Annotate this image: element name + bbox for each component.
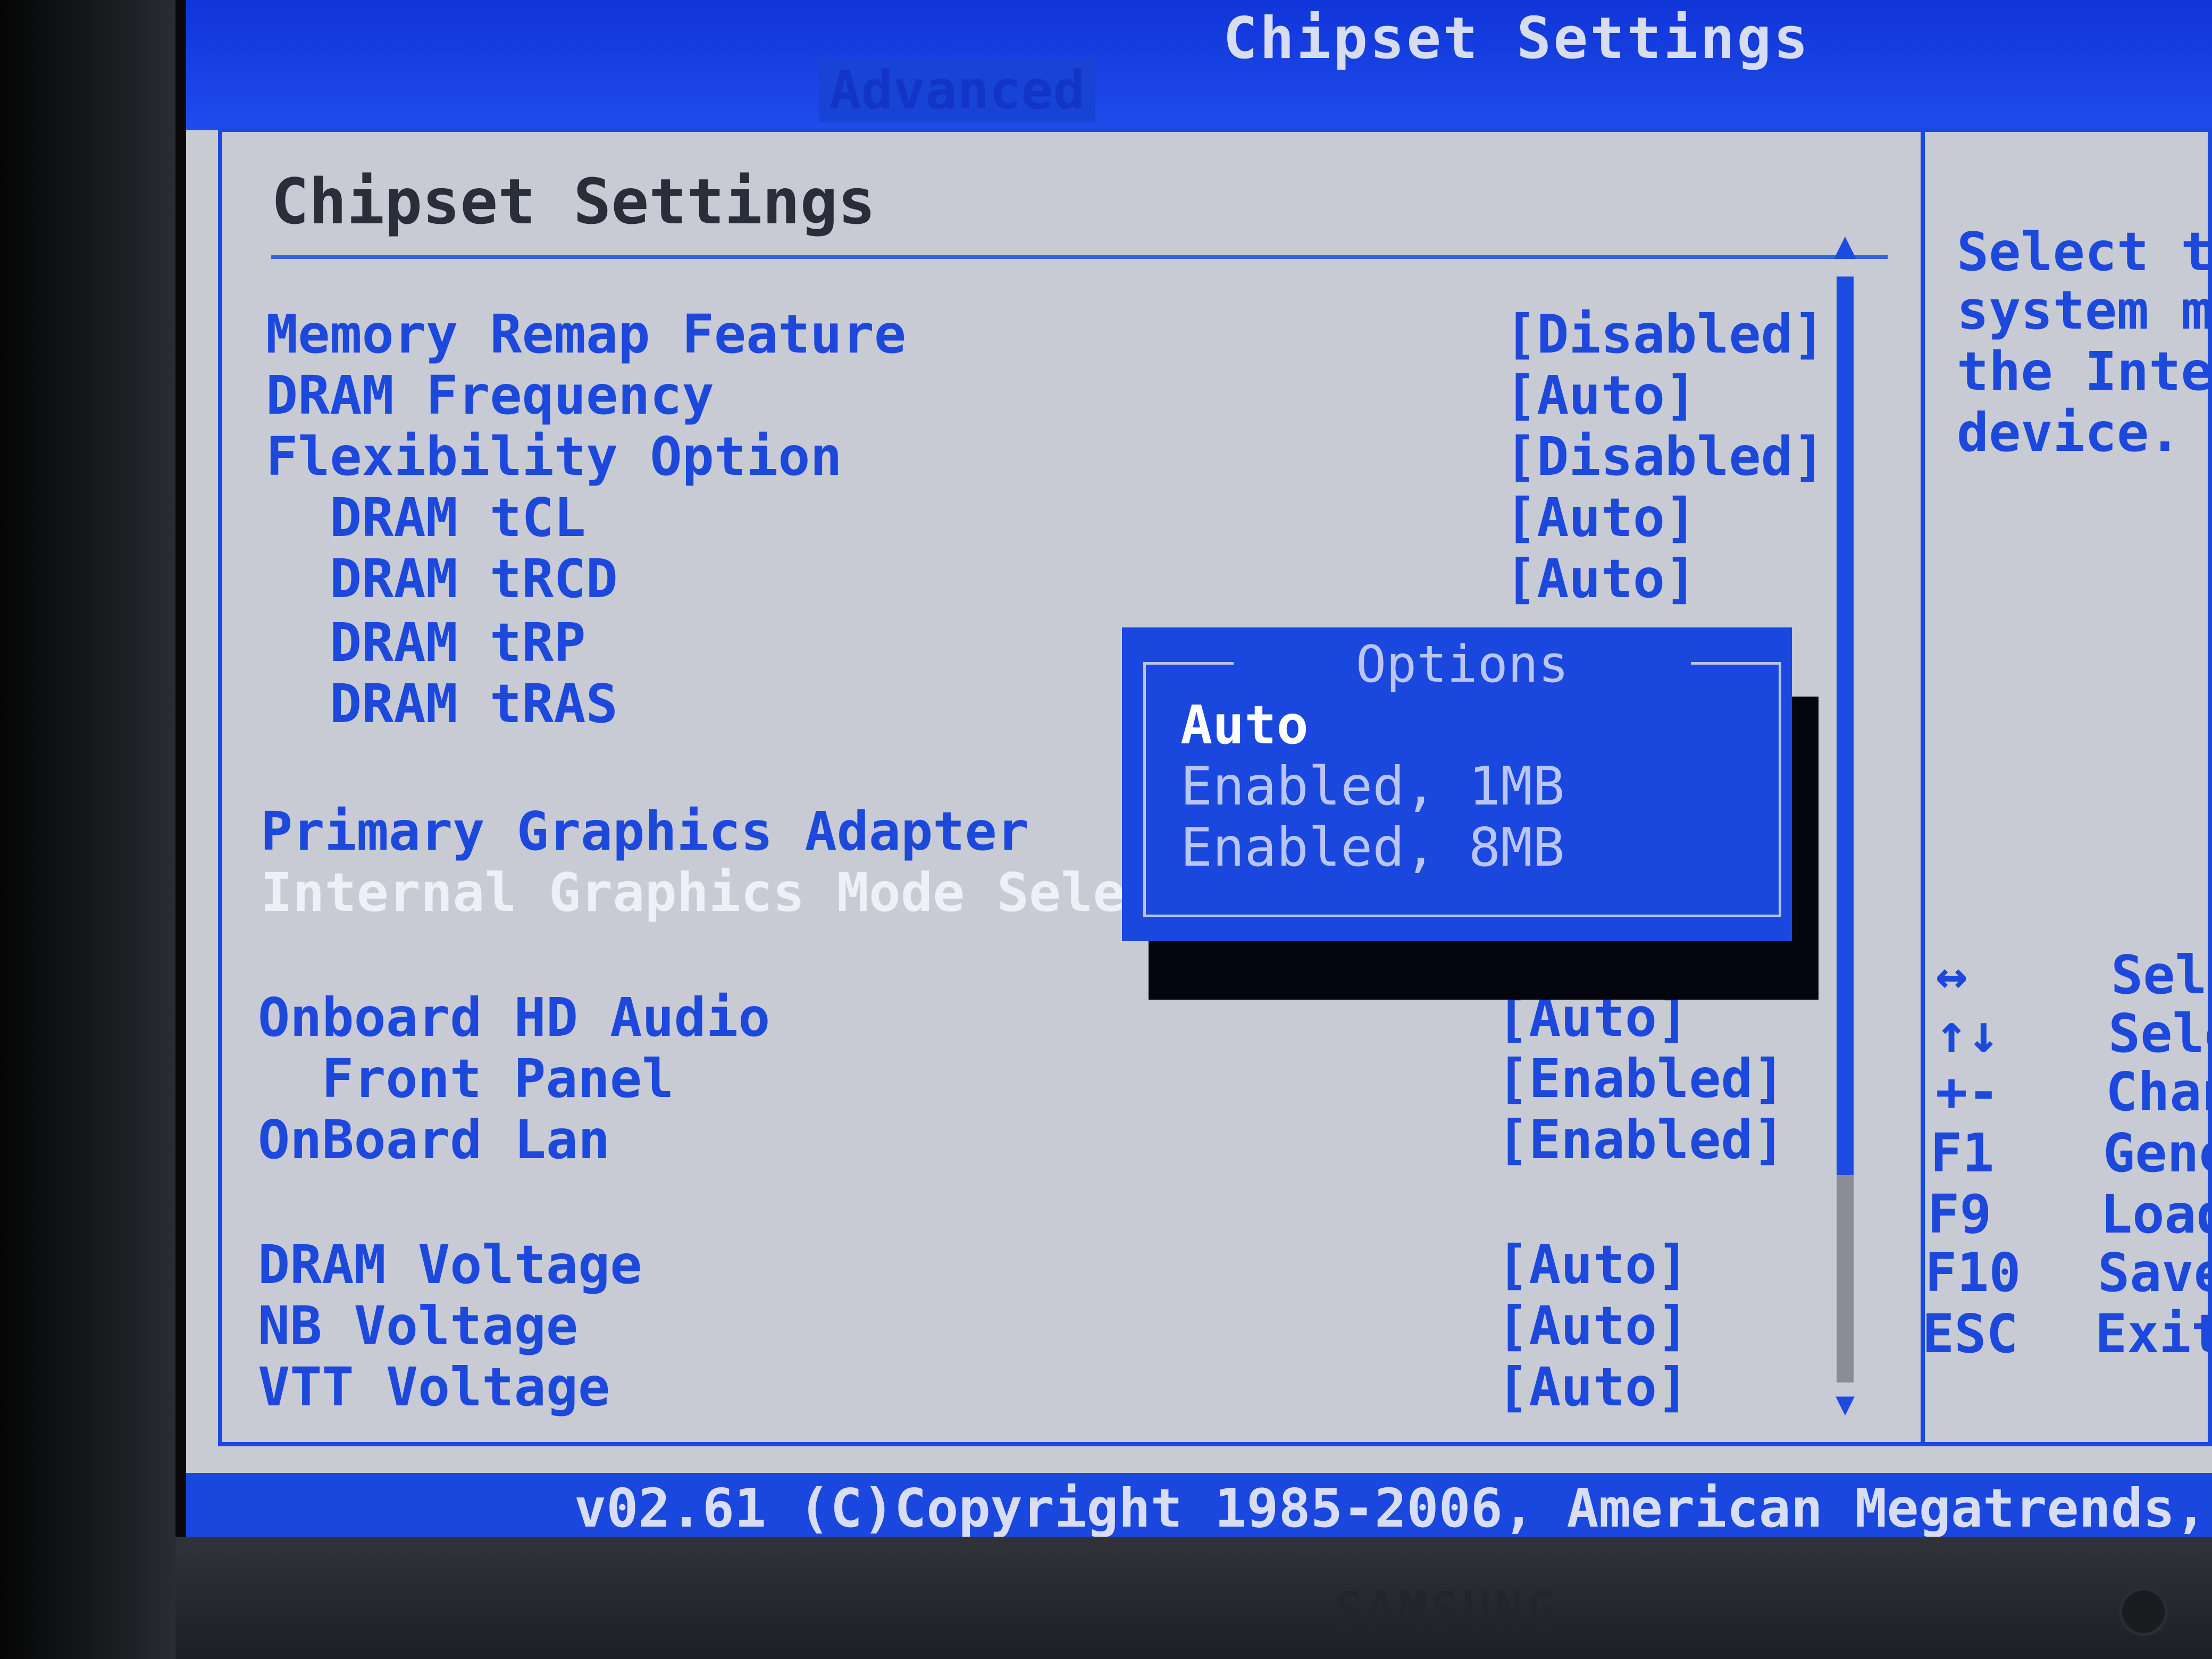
setting-value[interactable]: [Auto]: [1505, 487, 1697, 549]
bios-footer: v02.61 (C)Copyright 1985-2006, American …: [186, 1473, 2212, 1539]
setting-value[interactable]: [Disabled]: [1505, 425, 1825, 488]
setting-label: DRAM tCL: [330, 487, 586, 549]
options-popup-title: Options: [1355, 635, 1569, 694]
setting-label: DRAM Voltage: [258, 1234, 642, 1296]
setting-label: OnBoard Lan: [258, 1109, 610, 1171]
option-enabled-1mb[interactable]: Enabled, 1MB: [1180, 755, 1564, 817]
key-f9: F9: [1928, 1183, 1992, 1245]
setting-label: Front Panel: [322, 1048, 674, 1110]
key-f1: F1: [1930, 1122, 1995, 1184]
scroll-thumb[interactable]: [1837, 276, 1854, 1175]
setting-value[interactable]: [Enabled]: [1497, 1048, 1785, 1110]
key-up-down: ↑↓: [1936, 1002, 2000, 1065]
setting-label: Onboard HD Audio: [258, 986, 770, 1049]
monitor-brand-logo: SAMSUNG: [1334, 1582, 1559, 1638]
key-desc: Save: [2098, 1242, 2212, 1304]
setting-value[interactable]: [Auto]: [1505, 364, 1697, 426]
help-line: system me: [1957, 279, 2212, 341]
key-desc: Sele: [2111, 944, 2212, 1006]
setting-label: DRAM Frequency: [266, 364, 714, 426]
tab-advanced[interactable]: Advanced: [819, 58, 1095, 122]
setting-value[interactable]: [Auto]: [1497, 1234, 1689, 1296]
setting-value[interactable]: [Enabled]: [1497, 1109, 1785, 1171]
help-line: the Inter: [1957, 340, 2212, 403]
copyright-text: v02.61 (C)Copyright 1985-2006, American …: [574, 1477, 2212, 1539]
setting-value[interactable]: [Auto]: [1497, 1295, 1689, 1357]
help-line: device.: [1957, 401, 2181, 464]
option-enabled-8mb[interactable]: Enabled, 8MB: [1180, 816, 1564, 878]
header-title: Chipset Settings: [1223, 5, 1811, 72]
setting-label: NB Voltage: [258, 1295, 579, 1357]
monitor-bezel-left: [0, 0, 175, 1659]
bios-header-bar: Chipset Settings Advanced: [186, 0, 2212, 130]
setting-label: DRAM tRCD: [330, 548, 618, 610]
setting-label: Flexibility Option: [266, 425, 842, 488]
key-desc: Sele: [2108, 1002, 2212, 1065]
setting-value[interactable]: [Disabled]: [1505, 303, 1825, 365]
scroll-down-arrow-icon[interactable]: ▼: [1829, 1388, 1861, 1420]
title-divider: [271, 255, 1888, 259]
setting-label: DRAM tRAS: [330, 673, 618, 735]
setting-label: Primary Graphics Adapter: [261, 800, 1029, 862]
key-plus-minus: +-: [1936, 1061, 2000, 1123]
key-desc: Chan: [2106, 1061, 2212, 1123]
panel-title: Chipset Settings: [271, 165, 876, 238]
key-desc: Load: [2100, 1183, 2212, 1245]
key-esc: ESC: [1922, 1303, 2018, 1365]
setting-value[interactable]: [Auto]: [1505, 548, 1697, 610]
setting-value[interactable]: [Auto]: [1497, 1356, 1689, 1418]
key-desc: Exit: [2095, 1303, 2212, 1365]
setting-label: VTT Voltage: [258, 1356, 610, 1418]
power-button-icon[interactable]: [2119, 1587, 2168, 1636]
key-left-right: ↔: [1936, 944, 1968, 1006]
key-desc: Gene: [2103, 1122, 2212, 1184]
settings-scrollbar[interactable]: ▲ ▼: [1829, 223, 1861, 1420]
setting-label-selected: Internal Graphics Mode Sele: [261, 861, 1125, 924]
monitor-bezel-bottom: [175, 1537, 2212, 1659]
help-line: Select th: [1957, 221, 2212, 283]
option-auto[interactable]: Auto: [1180, 694, 1309, 756]
scroll-up-arrow-icon[interactable]: ▲: [1829, 223, 1861, 266]
setting-label: DRAM tRP: [330, 611, 586, 674]
key-f10: F10: [1925, 1242, 2021, 1304]
setting-label: Memory Remap Feature: [266, 303, 907, 365]
